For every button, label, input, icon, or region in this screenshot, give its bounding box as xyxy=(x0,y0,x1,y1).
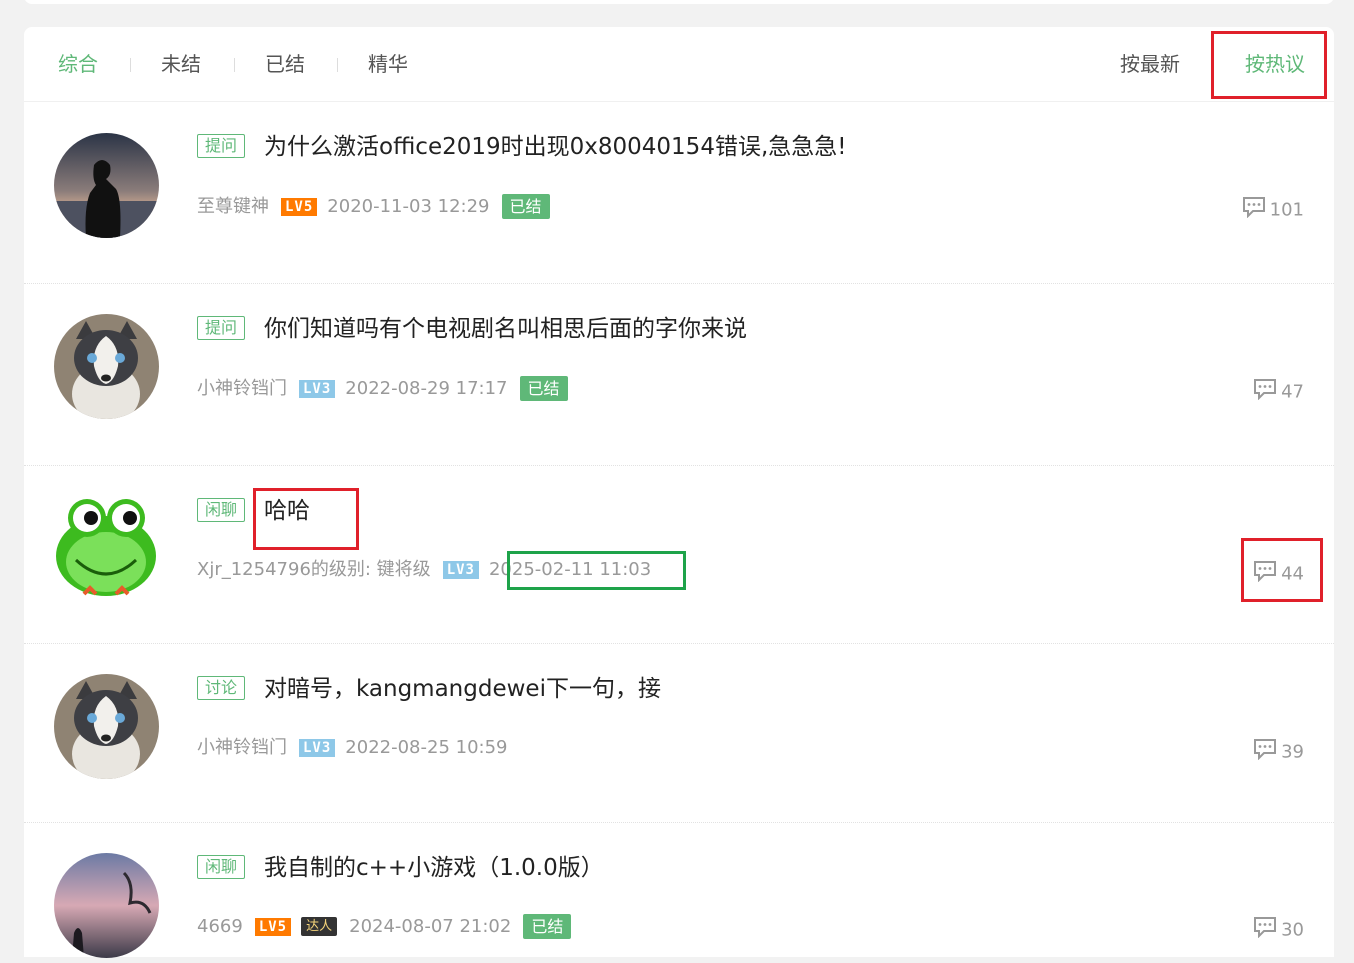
comment-icon xyxy=(1253,378,1277,407)
avatar[interactable] xyxy=(54,133,159,238)
avatar[interactable] xyxy=(54,853,159,958)
comment-count[interactable]: 101 xyxy=(1242,196,1304,225)
post-time: 2024-08-07 21:02 xyxy=(349,915,512,937)
post-time: 2020-11-03 12:29 xyxy=(327,195,490,217)
status-badge: 已结 xyxy=(501,194,550,219)
comment-number: 30 xyxy=(1281,919,1304,941)
list-item[interactable]: 闲聊 我自制的c++小游戏（1.0.0版） 4669 LV5 达人 2024-08-0… xyxy=(24,823,1334,963)
comment-count[interactable]: 39 xyxy=(1253,738,1304,767)
category-tag[interactable]: 提问 xyxy=(197,134,246,158)
tab-solved[interactable]: 已结 xyxy=(265,51,305,77)
highlight-box-title xyxy=(253,488,359,550)
tab-unsolved[interactable]: 未结 xyxy=(161,51,201,77)
author-name[interactable]: Xjr_1254796的级别: 键将级 xyxy=(197,558,431,582)
comment-number: 47 xyxy=(1281,381,1304,403)
level-badge: LV3 xyxy=(299,739,336,757)
post-meta: 小神铃铛门 LV3 2022-08-25 10:59 xyxy=(197,736,508,760)
post-meta: 4669 LV5 达人 2024-08-07 21:02 已结 xyxy=(197,914,572,939)
post-meta: 至尊键神 LV5 2020-11-03 12:29 已结 xyxy=(197,194,550,219)
expert-badge: 达人 xyxy=(301,917,338,936)
post-title[interactable]: 我自制的c++小游戏（1.0.0版） xyxy=(264,853,604,883)
highlight-box-sort xyxy=(1211,31,1327,99)
previous-card xyxy=(24,0,1334,4)
author-name[interactable]: 至尊键神 xyxy=(197,195,269,219)
highlight-box-comments xyxy=(1241,538,1323,602)
sort-latest[interactable]: 按最新 xyxy=(1120,51,1180,77)
post-meta: 小神铃铛门 LV3 2022-08-29 17:17 已结 xyxy=(197,376,568,401)
post-title[interactable]: 为什么激活office2019时出现0x80040154错误,急急急! xyxy=(264,132,846,162)
post-title[interactable]: 对暗号，kangmangdewei下一句，接 xyxy=(264,674,661,704)
author-name[interactable]: 小神铃铛门 xyxy=(197,736,287,760)
author-name[interactable]: 4669 xyxy=(197,915,243,939)
category-tag[interactable]: 讨论 xyxy=(197,676,246,700)
tab-divider xyxy=(234,58,235,72)
author-name[interactable]: 小神铃铛门 xyxy=(197,377,287,401)
comment-number: 39 xyxy=(1281,741,1304,763)
tab-featured[interactable]: 精华 xyxy=(368,51,408,77)
level-badge: LV3 xyxy=(442,561,479,579)
filter-tab-bar: 综合 未结 已结 精华 按最新 按热议 xyxy=(24,27,1334,102)
list-item[interactable]: 讨论 对暗号，kangmangdewei下一句，接 小神铃铛门 LV3 2022-0… xyxy=(24,644,1334,823)
post-title[interactable]: 你们知道吗有个电视剧名叫相思后面的字你来说 xyxy=(264,314,747,344)
list-item[interactable]: 提问 你们知道吗有个电视剧名叫相思后面的字你来说 小神铃铛门 LV3 2022-08… xyxy=(24,284,1334,466)
comment-number: 101 xyxy=(1269,199,1304,221)
avatar[interactable] xyxy=(54,314,159,419)
post-list-panel: 综合 未结 已结 精华 按最新 按热议 提问 为什么激活office2019时出… xyxy=(24,27,1334,958)
tab-divider xyxy=(130,58,131,72)
category-tag[interactable]: 闲聊 xyxy=(197,498,246,522)
list-item[interactable]: 提问 为什么激活office2019时出现0x80040154错误,急急急! 至… xyxy=(24,102,1334,284)
comment-icon xyxy=(1242,196,1266,225)
post-time: 2022-08-25 10:59 xyxy=(345,737,508,758)
status-badge: 已结 xyxy=(523,914,572,939)
highlight-box-time xyxy=(507,551,686,590)
level-badge: LV3 xyxy=(299,379,336,398)
tab-divider xyxy=(337,58,338,72)
avatar[interactable] xyxy=(54,674,159,779)
level-badge: LV5 xyxy=(281,197,318,216)
comment-icon xyxy=(1253,738,1277,767)
avatar[interactable] xyxy=(54,496,159,601)
comment-icon xyxy=(1253,916,1277,945)
comment-count[interactable]: 30 xyxy=(1253,916,1304,945)
comment-count[interactable]: 47 xyxy=(1253,378,1304,407)
tab-all[interactable]: 综合 xyxy=(58,51,98,77)
status-badge: 已结 xyxy=(519,376,568,401)
post-time: 2022-08-29 17:17 xyxy=(345,377,508,399)
category-tag[interactable]: 闲聊 xyxy=(197,855,246,879)
level-badge: LV5 xyxy=(254,917,292,936)
category-tag[interactable]: 提问 xyxy=(197,316,246,340)
